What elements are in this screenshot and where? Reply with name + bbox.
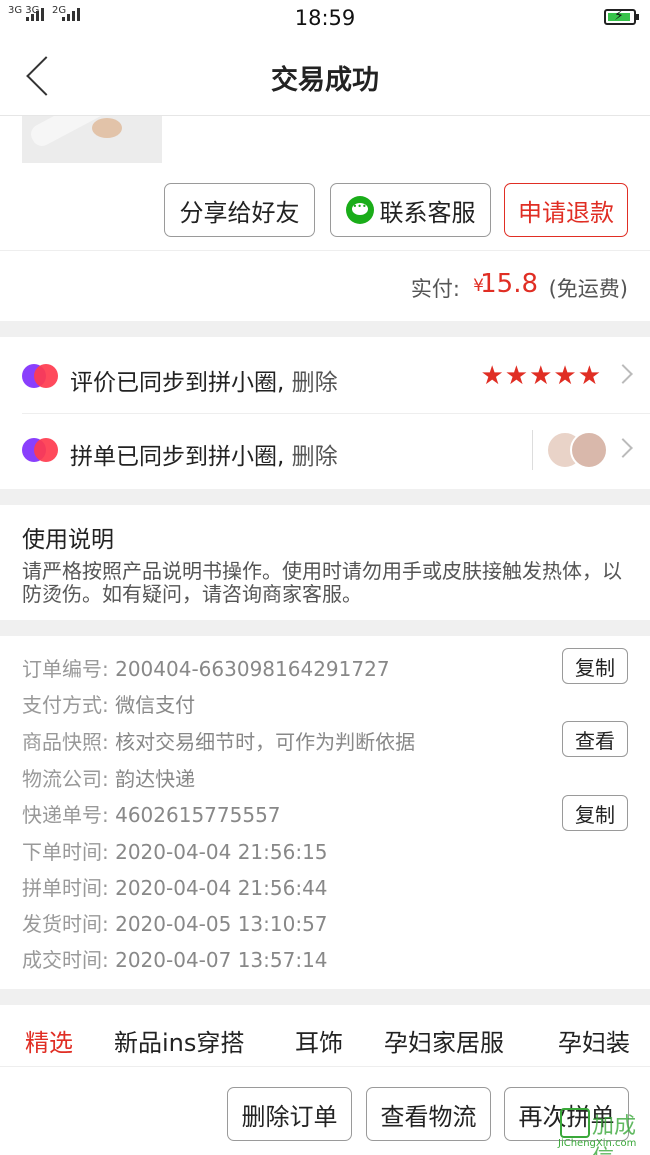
refund-label: 申请退款 [518, 198, 614, 227]
view-snapshot-button[interactable]: 查看 [562, 721, 628, 757]
paid-row: 实付: ¥ 15.8 (免运费) [0, 251, 650, 321]
copy-tracking-button[interactable]: 复制 [562, 795, 628, 831]
clock: 18:59 [294, 6, 356, 30]
view-logistics-button[interactable]: 查看物流 [366, 1087, 491, 1141]
order-time-row: 下单时间: 2020-04-04 21:56:15 [22, 840, 328, 864]
ship-time-row: 发货时间: 2020-04-05 13:10:57 [22, 912, 328, 936]
usage-section: 使用说明 请严格按照产品说明书操作。使用时请勿用手或皮肤接触发热体，以防烫伤。如… [22, 520, 632, 606]
snapshot-row: 商品快照: 核对交易细节时，可作为判断依据 [22, 730, 416, 754]
pinxiaoquan-icon [22, 364, 58, 388]
tracking-number: 4602615775557 [115, 803, 281, 827]
wechat-icon [345, 196, 374, 224]
section-gap [0, 620, 650, 636]
tab-new-ins[interactable]: 新品ins穿搭 [114, 1023, 244, 1058]
review-delete-link[interactable]: 删除 [292, 370, 338, 396]
logistics-company-row: 物流公司: 韵达快递 [22, 767, 196, 791]
tracking-number-row: 快递单号: 4602615775557 [22, 803, 281, 827]
avatar-group [532, 428, 612, 474]
share-button[interactable]: 分享给好友 [164, 183, 315, 237]
product-image[interactable] [22, 116, 162, 163]
battery-icon: ⚡ [604, 8, 639, 25]
section-gap [0, 989, 650, 1005]
tab-maternity-wear[interactable]: 孕妇装 [558, 1023, 630, 1058]
section-gap [0, 321, 650, 337]
chevron-right-icon [613, 438, 633, 458]
order-number: 200404-663098164291727 [115, 657, 390, 681]
page-title: 交易成功 [271, 65, 379, 96]
order-number-row: 订单编号: 200404-663098164291727 [22, 657, 390, 681]
rating-stars: ★★★★★ [480, 361, 602, 391]
group-time-row: 拼单时间: 2020-04-04 21:56:44 [22, 876, 328, 900]
contact-service-label: 联系客服 [379, 198, 476, 227]
tab-maternity-home[interactable]: 孕妇家居服 [384, 1023, 504, 1058]
paid-amount: 15.8 [480, 269, 538, 299]
review-sync-text: 评价已同步到拼小圈, [70, 370, 285, 396]
section-gap [0, 489, 650, 505]
watermark: 加成信 JiChengXin.com [530, 1104, 648, 1155]
refund-button[interactable]: 申请退款 [504, 183, 628, 237]
chevron-right-icon [613, 364, 633, 384]
delete-order-button[interactable]: 删除订单 [227, 1087, 352, 1141]
group-sync-row[interactable]: 拼单已同步到拼小圈, 删除 [0, 413, 650, 488]
group-sync-text: 拼单已同步到拼小圈, [70, 444, 285, 470]
pinxiaoquan-icon [22, 438, 58, 462]
review-sync-row[interactable]: 评价已同步到拼小圈, 删除 ★★★★★ [0, 339, 650, 414]
copy-order-button[interactable]: 复制 [562, 648, 628, 684]
paid-label: 实付: [410, 277, 460, 301]
avatar [570, 431, 608, 469]
tab-featured[interactable]: 精选 [25, 1023, 73, 1058]
deal-time-row: 成交时间: 2020-04-07 13:57:14 [22, 948, 328, 972]
payment-method-row: 支付方式: 微信支付 [22, 693, 196, 717]
contact-service-button[interactable]: 联系客服 [330, 183, 491, 237]
watermark-sub: JiChengXin.com [558, 1138, 637, 1149]
nav-bar: 交易成功 [0, 36, 650, 116]
shipping-note: (免运费) [548, 277, 628, 301]
category-tabs: 精选 新品ins穿搭 耳饰 孕妇家居服 孕妇装 [0, 1005, 650, 1067]
usage-title: 使用说明 [22, 527, 114, 553]
usage-body: 请严格按照产品说明书操作。使用时请勿用手或皮肤接触发热体，以防烫伤。如有疑问，请… [22, 559, 622, 606]
group-delete-link[interactable]: 删除 [292, 444, 338, 470]
watermark-logo-icon [560, 1108, 590, 1138]
tab-earrings[interactable]: 耳饰 [295, 1023, 343, 1058]
share-label: 分享给好友 [179, 198, 300, 227]
status-bar: 3G 3G 2G 18:59 ⚡ [0, 0, 650, 36]
